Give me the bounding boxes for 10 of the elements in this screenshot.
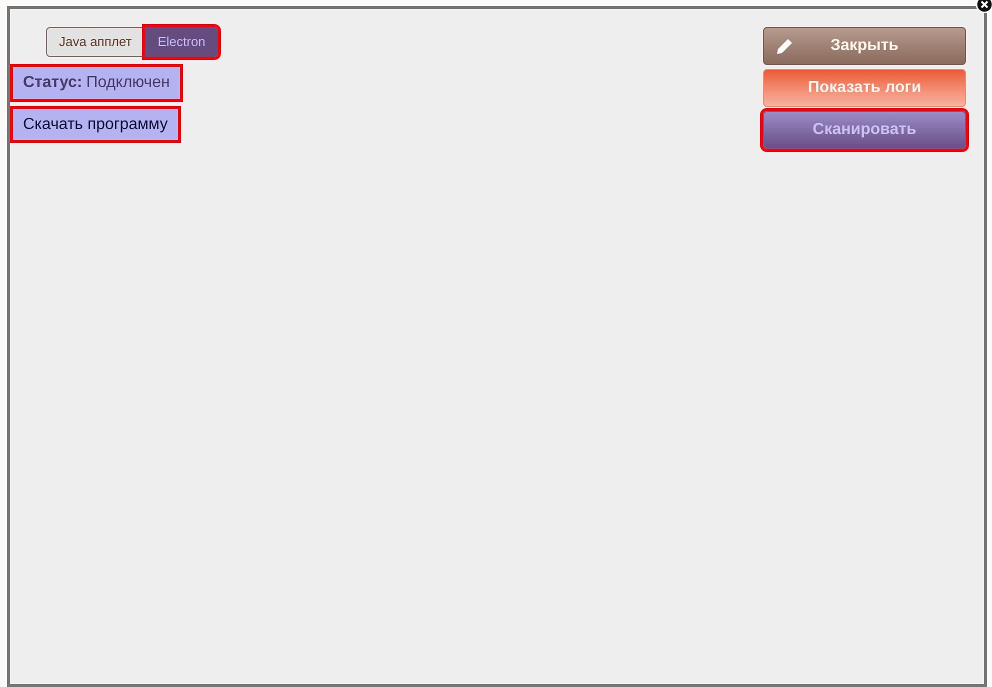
pencil-icon bbox=[774, 37, 794, 57]
mode-tab[interactable]: Electron bbox=[144, 27, 218, 57]
mode-tab[interactable]: Java апплет bbox=[46, 27, 145, 57]
status-value: Подключен bbox=[86, 73, 170, 93]
scan-button[interactable]: Сканировать bbox=[763, 111, 966, 149]
status-label: Статус: bbox=[23, 73, 82, 93]
close-button[interactable]: Закрыть bbox=[763, 27, 966, 65]
close-icon[interactable] bbox=[976, 0, 992, 13]
download-button[interactable]: Скачать программу bbox=[13, 109, 178, 140]
logs-button[interactable]: Показать логи bbox=[763, 69, 966, 107]
